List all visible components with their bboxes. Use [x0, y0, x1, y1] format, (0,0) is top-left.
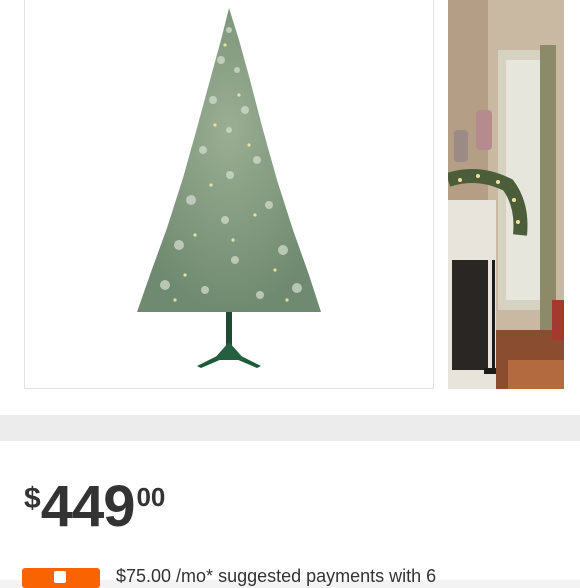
price-currency: $: [24, 482, 41, 515]
product-image-gallery: [0, 0, 580, 415]
christmas-tree-icon: [137, 8, 321, 368]
financing-text[interactable]: $75.00 /mo* suggested payments with 6: [116, 566, 436, 587]
section-divider: [0, 415, 580, 441]
product-price: $ 449 00: [24, 478, 165, 536]
price-cents: 00: [136, 482, 166, 512]
price-dollars: 449: [40, 474, 136, 539]
living-room-icon: [448, 0, 564, 389]
card-logo-mark: [54, 571, 66, 583]
home-depot-card-icon: [22, 568, 100, 588]
main-product-image[interactable]: [24, 0, 434, 389]
thumbnail-image[interactable]: [448, 0, 564, 389]
